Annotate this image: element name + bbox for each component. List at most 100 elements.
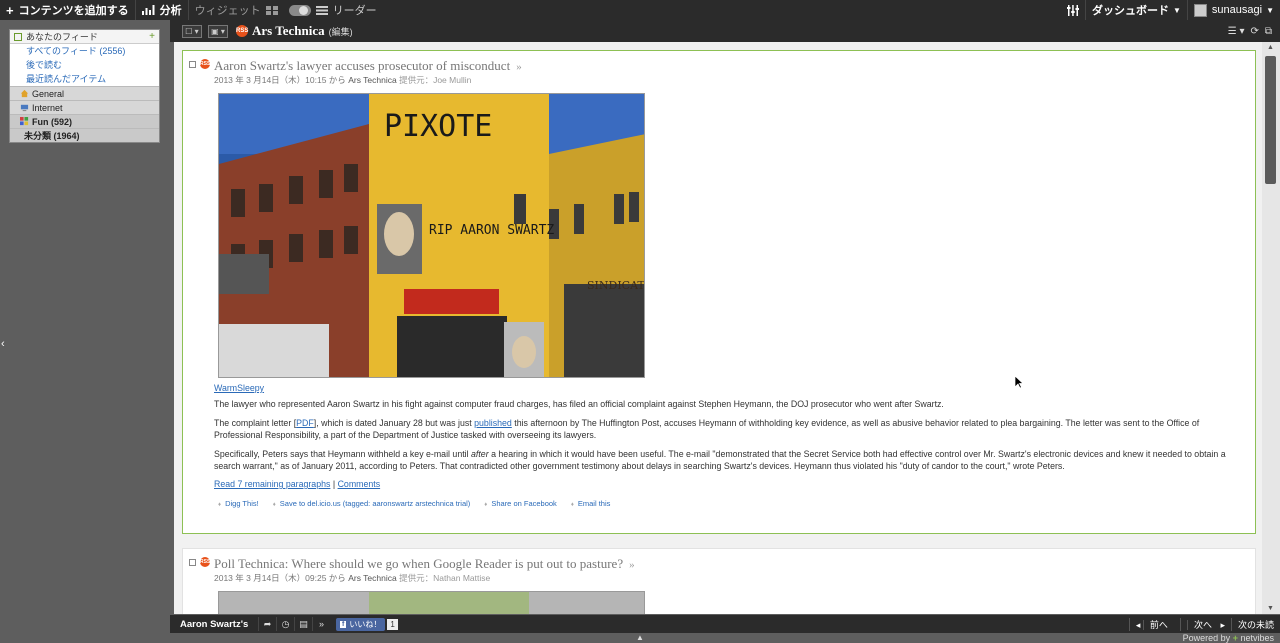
settings-sliders-button[interactable] xyxy=(1061,0,1085,20)
edit-feed-link[interactable]: (編集) xyxy=(329,25,353,38)
article-checkbox[interactable] xyxy=(189,61,196,68)
text-span: after xyxy=(471,449,489,459)
clock-icon[interactable]: ◷ xyxy=(276,617,294,631)
username: sunausagi xyxy=(1211,4,1263,16)
sidebar-item-read-later[interactable]: 後で読む xyxy=(10,58,159,72)
sliders-icon xyxy=(1067,4,1079,16)
share-arrow-icon[interactable]: ➦ xyxy=(258,617,276,631)
article-paragraph: Specifically, Peters says that Heymann w… xyxy=(214,448,1234,472)
photo-graffiti-text: RIP AARON SWARTZ xyxy=(429,223,554,238)
article-author: 提供元：Joe Mullin xyxy=(399,75,472,85)
article-photo: PIXOTE RIP AARON SWARTZ SINDICATO xyxy=(218,93,645,378)
user-menu[interactable]: sunausagi ▼ xyxy=(1188,0,1280,20)
add-feed-icon[interactable]: + xyxy=(149,31,155,42)
email-link[interactable]: Email this xyxy=(571,499,611,508)
published-link[interactable]: published xyxy=(474,418,512,428)
collapse-sidebar-icon[interactable]: ‹ xyxy=(1,338,5,350)
refresh-icon[interactable]: ⟳ xyxy=(1250,26,1258,37)
feed-title[interactable]: Ars Technica xyxy=(252,23,325,39)
next-article-icon[interactable]: » xyxy=(312,617,330,631)
article-list: RSS Aaron Swartz's lawyer accuses prosec… xyxy=(174,42,1262,614)
pdf-link[interactable]: PDF xyxy=(296,418,314,428)
prev-button[interactable]: ◂ 前へ xyxy=(1128,617,1180,631)
article-author: 提供元：Nathan Mattise xyxy=(399,573,491,583)
facebook-icon: f xyxy=(340,620,347,628)
select-all-checkbox[interactable]: ☐ ▾ xyxy=(182,24,202,38)
scrollbar-thumb[interactable] xyxy=(1265,56,1276,184)
prev-label: 前へ xyxy=(1142,619,1174,630)
article-title[interactable]: Aaron Swartz's lawyer accuses prosecutor… xyxy=(214,58,522,74)
open-article-icon[interactable]: » xyxy=(516,61,522,73)
text-span: The complaint letter [ xyxy=(214,418,297,428)
photo-store-sign: SINDICATO xyxy=(587,279,645,292)
current-article-title: Aaron Swartz's xyxy=(180,618,249,630)
article-checkbox[interactable] xyxy=(189,559,196,566)
separator: | xyxy=(330,479,338,489)
chevron-down-icon: ▼ xyxy=(1173,5,1181,15)
like-label: いいね！ xyxy=(349,619,382,629)
mark-read-button[interactable]: ▣ ▾ xyxy=(208,24,228,38)
sidebar-category-internet[interactable]: Internet xyxy=(10,100,159,114)
bar-chart-icon xyxy=(141,5,155,15)
sidebar-item-recent[interactable]: 最近読んだアイテム xyxy=(10,72,159,86)
article-links: Read 7 remaining paragraphs | Comments xyxy=(214,478,1234,490)
article-meta: 2013 年 3 月14日（木）10:15 から Ars Technica 提供… xyxy=(214,74,471,86)
sidebar-category-general[interactable]: General xyxy=(10,86,159,100)
chevron-up-icon[interactable]: ▲ xyxy=(636,633,644,642)
popout-icon[interactable]: ⧉ xyxy=(1265,26,1272,37)
facebook-share-link[interactable]: Share on Facebook xyxy=(484,499,556,508)
article-source[interactable]: Ars Technica xyxy=(348,75,397,85)
list-view-icon xyxy=(315,5,328,15)
widget-view-button[interactable]: ウィジェット xyxy=(189,0,284,20)
share-links: Digg This! Save to del.icio.us (tagged: … xyxy=(218,499,610,508)
dashboard-label: ダッシュボード xyxy=(1092,5,1169,17)
grid-view-icon xyxy=(265,5,278,15)
photo-credit-link[interactable]: WarmSleepy xyxy=(214,383,264,393)
street-photo-image: PIXOTE RIP AARON SWARTZ SINDICATO xyxy=(219,94,645,377)
article-paragraph: The complaint letter [PDF], which is dat… xyxy=(214,417,1234,441)
article-date: 2013 年 3 月14日（木）10:15 から xyxy=(214,75,346,85)
reader-header: ☐ ▾ ▣ ▾ RSS Ars Technica (編集) ☰ ▾ ⟳ ⧉ xyxy=(170,20,1280,42)
brand-name[interactable]: netvibes xyxy=(1240,633,1274,643)
analytics-button[interactable]: 分析 xyxy=(136,0,188,20)
category-label: Fun (592) xyxy=(32,116,73,127)
sidebar-category-uncategorized[interactable]: 未分類 (1964) xyxy=(10,128,159,142)
open-article-icon[interactable]: » xyxy=(629,559,635,571)
digg-link[interactable]: Digg This! xyxy=(218,499,259,508)
article-card[interactable]: RSS Aaron Swartz's lawyer accuses prosec… xyxy=(182,50,1256,534)
sidebar-item-all-feeds[interactable]: すべてのフィード (2556) xyxy=(10,44,159,58)
scroll-up-icon[interactable]: ▲ xyxy=(1267,44,1274,51)
next-unread-button[interactable]: 次の未読 xyxy=(1230,617,1280,631)
read-more-link[interactable]: Read 7 remaining paragraphs xyxy=(214,479,330,489)
next-button[interactable]: 次へ ▸ xyxy=(1179,617,1231,631)
scrollbar[interactable]: ▲ ▼ xyxy=(1262,42,1280,614)
view-mode-icon[interactable]: ☰ ▾ xyxy=(1228,26,1245,37)
comments-link[interactable]: Comments xyxy=(338,479,381,489)
photo-region xyxy=(369,592,529,614)
scroll-down-icon[interactable]: ▼ xyxy=(1267,605,1274,612)
text-span: Specifically, Peters says that Heymann w… xyxy=(214,449,472,459)
view-toggle[interactable] xyxy=(288,4,311,16)
delicious-link[interactable]: Save to del.icio.us (tagged: aaronswartz… xyxy=(273,499,471,508)
category-label: 未分類 (1964) xyxy=(24,130,80,141)
navigation-controls: ◂ 前へ 次へ ▸ 次の未読 xyxy=(1128,617,1280,631)
sidebar-category-fun[interactable]: Fun (592) xyxy=(10,114,159,128)
article-date: 2013 年 3 月14日（木）09:25 から xyxy=(214,573,346,583)
dashboard-menu[interactable]: ダッシュボード ▼ xyxy=(1086,0,1187,20)
article-title[interactable]: Poll Technica: Where should we go when G… xyxy=(214,556,635,572)
bottom-toolbar: Aaron Swartz's ➦ ◷ ▤ » f いいね！ 1 ◂ 前へ 次へ … xyxy=(170,615,1280,633)
article-source[interactable]: Ars Technica xyxy=(348,573,397,583)
facebook-like-button[interactable]: f いいね！ xyxy=(336,617,386,631)
article-card[interactable]: RSS Poll Technica: Where should we go wh… xyxy=(182,548,1256,614)
feed-panel: あなたのフィード + すべてのフィード (2556) 後で読む 最近読んだアイテ… xyxy=(9,29,160,143)
feed-panel-header[interactable]: あなたのフィード + xyxy=(10,30,159,44)
reader-header-tools: ☰ ▾ ⟳ ⧉ xyxy=(1228,26,1280,37)
article-photo xyxy=(218,591,645,614)
widget-label: ウィジェット xyxy=(194,5,261,17)
add-content-button[interactable]: + コンテンツを追加する xyxy=(0,0,135,20)
article-title-text: Aaron Swartz's lawyer accuses prosecutor… xyxy=(214,58,511,73)
mouse-cursor-icon xyxy=(1014,375,1024,392)
read-later-icon[interactable]: ▤ xyxy=(294,617,312,631)
feed-panel-title: あなたのフィード xyxy=(26,32,98,42)
reader-view-button[interactable]: リーダー xyxy=(315,0,383,20)
